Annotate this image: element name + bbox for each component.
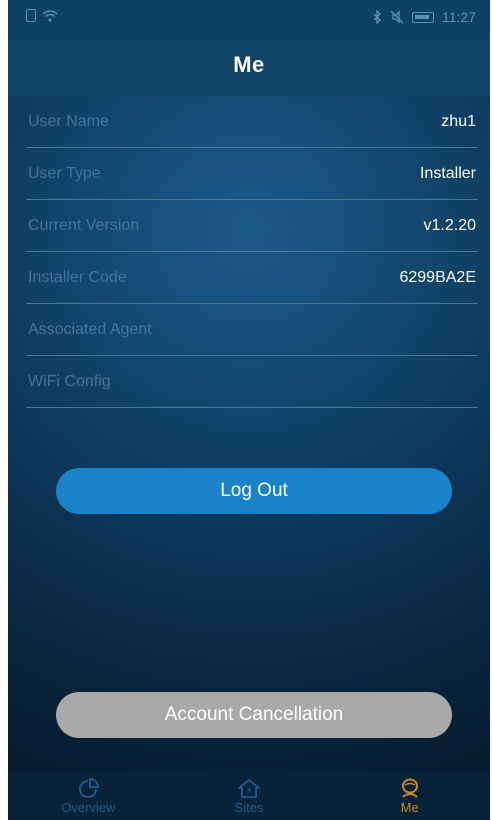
battery-icon xyxy=(412,11,434,23)
pie-chart-icon xyxy=(79,777,100,798)
wifi-icon xyxy=(42,9,58,21)
tab-label: Me xyxy=(400,799,419,815)
tab-sites[interactable]: Sites xyxy=(169,772,330,820)
row-value: zhu1 xyxy=(441,112,476,130)
sim-icon xyxy=(26,9,36,22)
tab-label: Sites xyxy=(234,799,264,815)
row-label: Current Version xyxy=(28,216,140,234)
logout-button[interactable]: Log Out xyxy=(56,468,452,514)
row-current-version: Current Version v1.2.20 xyxy=(26,200,478,252)
bottom-tab-bar: Overview Sites Me xyxy=(8,772,490,820)
user-icon xyxy=(401,778,418,798)
status-time: 11:27 xyxy=(442,9,476,25)
account-info-list: User Name zhu1 User Type Installer Curre… xyxy=(26,96,478,408)
tab-label: Overview xyxy=(61,799,116,815)
row-associated-agent[interactable]: Associated Agent xyxy=(26,304,478,356)
row-label: Installer Code xyxy=(28,268,127,286)
page-title: Me xyxy=(233,52,265,77)
row-label: WiFi Config xyxy=(28,372,111,390)
app-screen: 11:27 Me User Name zhu1 User Type Instal… xyxy=(8,0,490,820)
row-value: Installer xyxy=(419,164,476,182)
row-user-name: User Name zhu1 xyxy=(26,96,478,148)
tab-overview[interactable]: Overview xyxy=(8,772,169,820)
status-left-icons xyxy=(26,9,58,22)
row-label: User Name xyxy=(28,112,109,130)
bluetooth-icon xyxy=(373,10,381,24)
tab-me[interactable]: Me xyxy=(329,772,490,820)
row-value: 6299BA2E xyxy=(399,268,476,286)
row-label: User Type xyxy=(28,164,101,182)
home-bolt-icon xyxy=(238,778,260,798)
status-bar: 11:27 xyxy=(8,0,490,34)
mute-icon xyxy=(390,10,404,24)
row-value: v1.2.20 xyxy=(423,216,476,234)
row-label: Associated Agent xyxy=(28,320,152,338)
row-wifi-config[interactable]: WiFi Config xyxy=(26,356,478,408)
page-header: Me xyxy=(8,34,490,96)
row-installer-code: Installer Code 6299BA2E xyxy=(26,252,478,304)
status-right-icons: 11:27 xyxy=(372,9,476,25)
account-cancellation-button[interactable]: Account Cancellation xyxy=(56,692,452,738)
row-user-type: User Type Installer xyxy=(26,148,478,200)
